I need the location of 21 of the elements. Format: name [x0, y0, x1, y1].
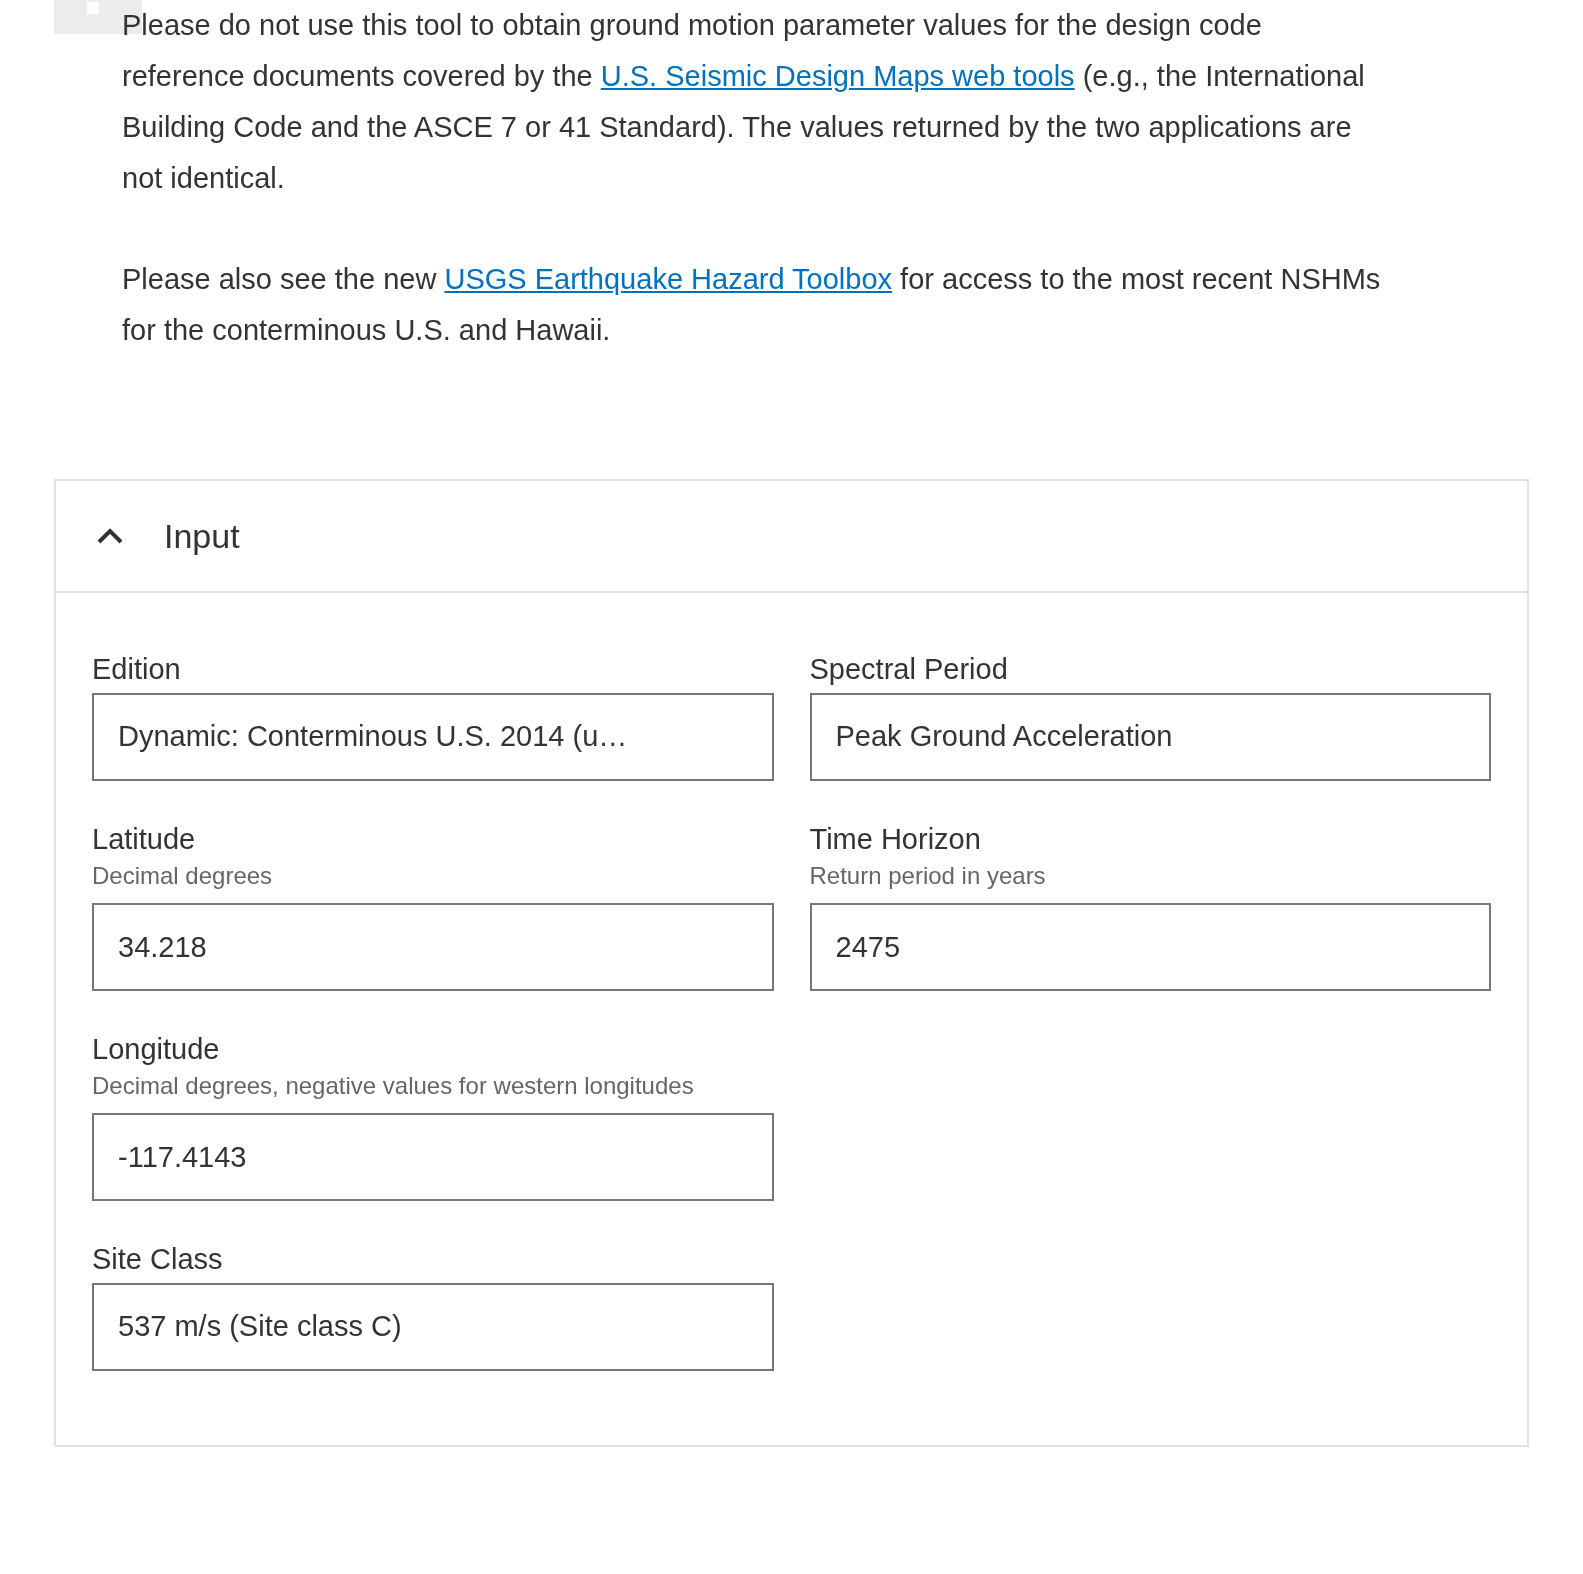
- field-label: Site Class: [92, 1242, 224, 1277]
- select-field[interactable]: 537 m/s (Site class C): [92, 1283, 774, 1371]
- field-label: Latitude: [92, 822, 197, 857]
- field-hint: Decimal degrees, negative values for western longitudes: [92, 1071, 695, 1101]
- notice-paragraph: Please do not use this tool to obtain ground motion parameter values for the design code reference documents covered by the U.S. Seismic Design Maps web tools (e.g., the International Building Code and the ASCE 7 or 41 Standard). The values returned by the two applications are not identical.: [122, 8, 1366, 196]
- field-label: Spectral Period: [809, 652, 1009, 687]
- field-hint: Return period in years: [809, 861, 1047, 891]
- select-field[interactable]: Peak Ground Acceleration: [809, 693, 1491, 781]
- input-field[interactable]: 2475: [809, 903, 1491, 991]
- input-field[interactable]: -117.4143: [92, 1113, 774, 1201]
- field-label: Longitude: [92, 1032, 221, 1067]
- field-label: Edition: [92, 652, 182, 687]
- select-field[interactable]: Dynamic: Conterminous U.S. 2014 (u…: [92, 693, 774, 781]
- input-field[interactable]: 34.218: [92, 903, 774, 991]
- panel-header[interactable]: Input: [56, 481, 1527, 593]
- text-link[interactable]: USGS Earthquake Hazard Toolbox: [444, 263, 893, 295]
- field-hint: Decimal degrees: [92, 861, 274, 891]
- notice-paragraph: Please also see the new USGS Earthquake Hazard Toolbox for access to the most recent NSHMs for the conterminous U.S. and Hawaii.: [122, 262, 1382, 348]
- field-label: Time Horizon: [809, 822, 982, 857]
- text-link[interactable]: U.S. Seismic Design Maps web tools: [600, 60, 1075, 92]
- panel-title: Input: [164, 515, 240, 557]
